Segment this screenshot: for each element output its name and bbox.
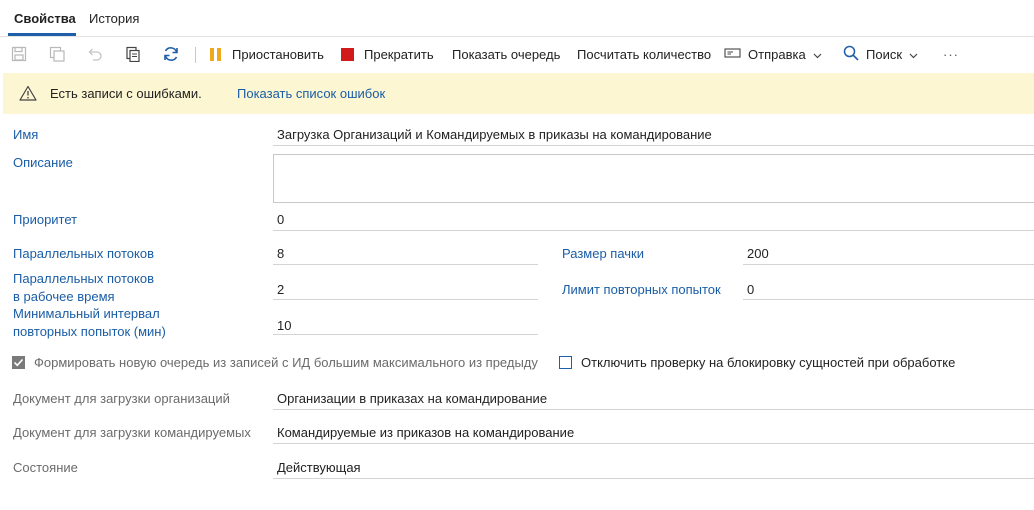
stop-icon	[341, 48, 354, 61]
stop-label: Прекратить	[364, 47, 434, 62]
search-label: Поиск	[866, 47, 903, 62]
doc-orgs-value: Организации в приказах на командирование	[277, 391, 548, 406]
refresh-icon[interactable]	[162, 45, 180, 63]
threads-label: Параллельных потоков	[13, 246, 154, 261]
priority-field[interactable]: 0	[273, 208, 1034, 231]
send-label: Отправка	[748, 47, 806, 62]
pause-label: Приостановить	[232, 47, 324, 62]
send-icon	[724, 47, 741, 62]
count-label: Посчитать количество	[577, 47, 712, 62]
batch-size-label: Размер пачки	[562, 246, 644, 261]
retry-limit-value: 0	[747, 282, 755, 297]
stop-button[interactable]: Прекратить	[341, 37, 434, 72]
name-value: Загрузка Организаций и Командируемых в п…	[277, 127, 712, 142]
toolbar: Приостановить Прекратить Показать очеред…	[0, 37, 1034, 72]
threads-value: 8	[277, 246, 285, 261]
batch-size-value: 200	[747, 246, 769, 261]
priority-label: Приоритет	[13, 212, 78, 227]
tab-history[interactable]: История	[89, 11, 139, 26]
count-button[interactable]: Посчитать количество	[577, 37, 711, 72]
search-dropdown[interactable]: Поиск	[843, 37, 918, 72]
retry-limit-field[interactable]: 0	[743, 277, 1034, 300]
doc-travelers-label: Документ для загрузки командируемых	[13, 425, 251, 440]
state-value: Действующая	[277, 460, 361, 475]
pause-button[interactable]: Приостановить	[210, 37, 324, 72]
save-close-icon[interactable]	[48, 45, 66, 63]
search-icon	[843, 45, 859, 64]
state-field[interactable]: Действующая	[273, 456, 1034, 479]
state-label: Состояние	[13, 460, 78, 475]
show-queue-button[interactable]: Показать очередь	[452, 37, 560, 72]
name-label: Имя	[13, 127, 39, 142]
toolbar-separator	[195, 47, 196, 63]
description-field[interactable]	[273, 154, 1034, 203]
min-interval-value: 10	[277, 318, 292, 333]
description-label: Описание	[13, 155, 73, 170]
checkmark-icon	[13, 358, 24, 367]
doc-travelers-value: Командируемые из приказов на командирова…	[277, 425, 575, 440]
disable-lock-check-checkbox[interactable]	[559, 356, 572, 369]
chevron-down-icon	[813, 47, 822, 62]
show-queue-label: Показать очередь	[452, 47, 561, 62]
disable-lock-check-label: Отключить проверку на блокировку сущност…	[581, 355, 956, 370]
threads-work-label-line2: в рабочее время	[13, 289, 115, 304]
new-queue-checkbox-label: Формировать новую очередь из записей с И…	[34, 355, 538, 370]
save-icon[interactable]	[10, 45, 28, 63]
show-errors-link[interactable]: Показать список ошибок	[237, 86, 385, 101]
warning-icon	[19, 85, 37, 104]
threads-work-value: 2	[277, 282, 285, 297]
min-interval-label-line2: повторных попыток (мин)	[13, 324, 166, 339]
undo-icon[interactable]	[86, 45, 104, 63]
copy-icon[interactable]	[124, 45, 142, 63]
threads-field[interactable]: 8	[273, 242, 538, 265]
min-interval-label-line1: Минимальный интервал	[13, 306, 160, 321]
more-button[interactable]: ···	[943, 37, 959, 72]
more-icon: ···	[943, 47, 959, 62]
retry-limit-label: Лимит повторных попыток	[562, 282, 721, 297]
new-queue-checkbox[interactable]	[12, 356, 25, 369]
tab-bar: Свойства История	[0, 0, 1034, 37]
doc-travelers-field[interactable]: Командируемые из приказов на командирова…	[273, 421, 1034, 444]
doc-orgs-label: Документ для загрузки организаций	[13, 391, 230, 406]
threads-work-label-line1: Параллельных потоков	[13, 271, 154, 286]
batch-size-field[interactable]: 200	[743, 242, 1034, 265]
priority-value: 0	[277, 212, 285, 227]
banner-message: Есть записи с ошибками.	[50, 86, 202, 101]
min-interval-field[interactable]: 10	[273, 312, 538, 335]
doc-orgs-field[interactable]: Организации в приказах на командирование	[273, 387, 1034, 410]
name-field[interactable]: Загрузка Организаций и Командируемых в п…	[273, 123, 1034, 146]
active-tab-indicator	[8, 33, 76, 36]
send-dropdown[interactable]: Отправка	[724, 37, 822, 72]
error-banner: Есть записи с ошибками. Показать список …	[3, 73, 1034, 114]
chevron-down-icon	[909, 47, 918, 62]
tab-properties[interactable]: Свойства	[14, 11, 76, 26]
pause-icon	[210, 48, 222, 61]
threads-work-field[interactable]: 2	[273, 277, 538, 300]
